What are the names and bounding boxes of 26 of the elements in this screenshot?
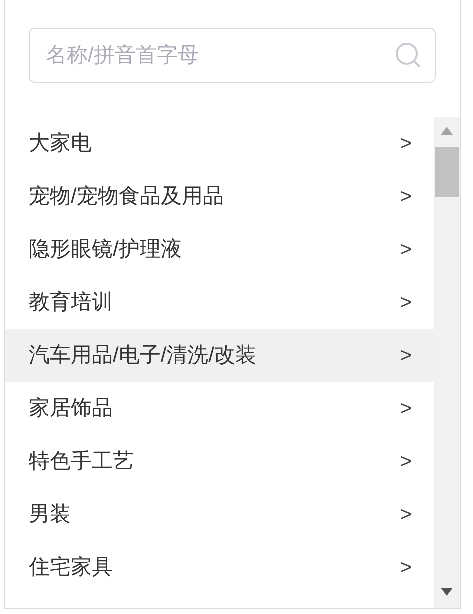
scrollbar-thumb[interactable] [435,147,459,197]
category-label: 教育培训 [29,290,114,316]
chevron-icon: > [400,446,412,476]
category-label: 男装 [29,502,72,528]
scrollbar[interactable] [434,117,460,608]
chevron-icon: > [400,234,412,264]
category-item[interactable]: 汽车用品/电子/清洗/改装 > [5,329,434,382]
chevron-icon: > [400,182,412,212]
category-label: 大家电 [29,130,93,157]
chevron-icon: > [400,128,412,158]
chevron-icon: > [400,552,412,582]
chevron-icon: > [400,288,412,318]
category-label: 隐形眼镜/护理液 [29,236,183,263]
category-label: 住宅家具 [29,554,114,581]
chevron-icon: > [400,394,412,424]
chevron-icon: > [400,500,412,530]
category-label: 特色手工艺 [29,448,135,475]
search-icon[interactable] [395,42,423,70]
search-input[interactable]: 名称/拼音首字母 [46,40,395,72]
category-label: 汽车用品/电子/清洗/改装 [29,342,258,369]
chevron-icon: > [400,340,412,370]
search-field[interactable]: 名称/拼音首字母 [29,28,436,83]
category-label: 家居饰品 [29,396,114,422]
category-label: 宠物/宠物食品及用品 [29,184,225,210]
scroll-down-icon[interactable] [441,588,453,596]
scroll-up-icon[interactable] [441,127,453,135]
